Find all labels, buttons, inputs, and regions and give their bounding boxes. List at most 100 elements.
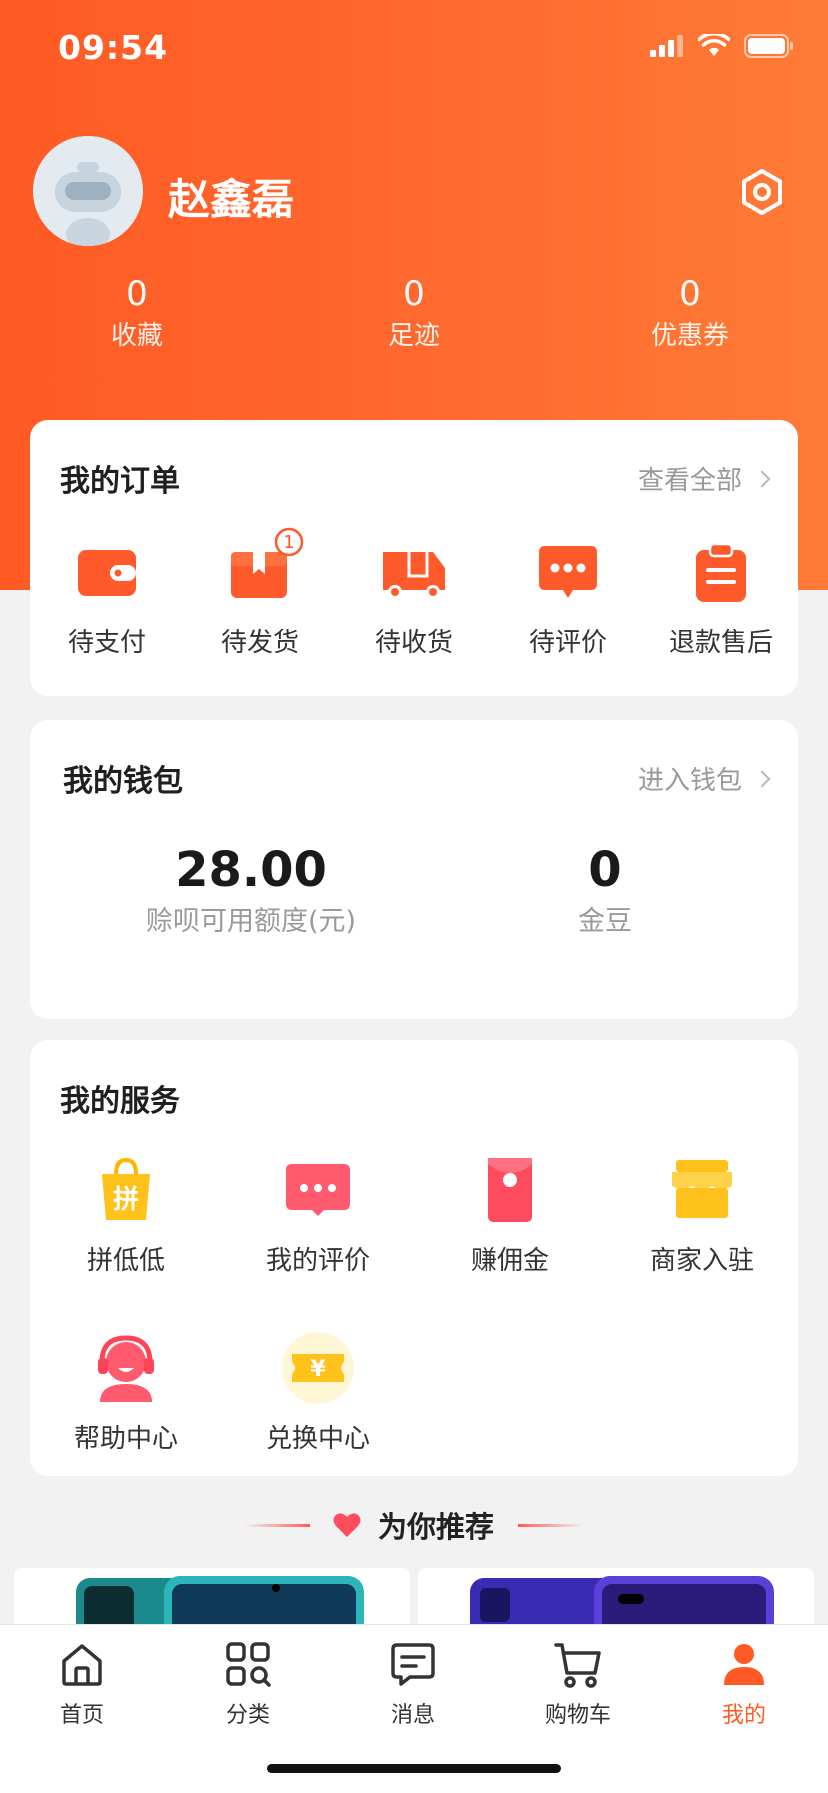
wallet-title: 我的钱包 [63, 764, 183, 799]
enter-wallet-label: 进入钱包 [637, 766, 742, 796]
stat-coupons[interactable]: 0 优惠券 [590, 272, 790, 356]
order-refund-aftersale[interactable]: 退款售后 [644, 538, 798, 659]
red-envelope-icon [488, 1158, 532, 1222]
wifi-icon [698, 34, 730, 56]
stat-favorites[interactable]: 0 收藏 [37, 272, 237, 356]
badge-count: 1 [283, 532, 294, 553]
profile-section: 赵鑫磊 [0, 136, 828, 246]
service-label: 商家入驻 [649, 1246, 754, 1276]
order-label: 待发货 [220, 628, 299, 658]
view-all-label: 查看全部 [637, 466, 742, 496]
stats-row: 0 收藏 0 足迹 0 优惠券 [0, 272, 828, 362]
stat-value: 0 [126, 274, 148, 314]
order-pending-review[interactable]: 待评价 [491, 538, 645, 659]
truck-icon [383, 552, 445, 599]
service-help-center[interactable]: 帮助中心 [30, 1330, 222, 1455]
stat-label: 优惠券 [650, 321, 729, 351]
orders-title: 我的订单 [60, 464, 180, 499]
service-earn-commission[interactable]: 赚佣金 [414, 1152, 606, 1277]
status-bar: 09:54 [0, 0, 828, 100]
home-icon [62, 1644, 102, 1686]
user-icon [724, 1644, 764, 1685]
service-group-buy[interactable]: 拼 拼低低 [30, 1152, 222, 1277]
cellular-signal-icon [650, 35, 683, 57]
stat-label: 足迹 [387, 321, 440, 351]
notification-badge: 1 [274, 527, 304, 557]
heart-icon [333, 1513, 361, 1537]
credit-label: 赊呗可用额度(元) [145, 906, 357, 937]
phone-product-image [470, 1576, 774, 1628]
order-label: 待评价 [528, 628, 607, 658]
stat-label: 收藏 [110, 321, 163, 351]
comment-icon [539, 546, 597, 598]
service-redeem-center[interactable]: ¥ 兑换中心 [222, 1330, 414, 1455]
ticket-icon: ¥ [282, 1332, 354, 1404]
services-card: 我的服务 拼 拼低低 我的评价 赚佣金 商家入驻 帮助中心 ¥ 兑换中心 [30, 1040, 798, 1476]
order-label: 退款售后 [668, 628, 773, 658]
orders-card: 我的订单 查看全部 待支付 1 待发货 待收货 待评价 退款售后 [30, 420, 798, 696]
tab-label: 消息 [390, 1703, 435, 1728]
robot-avatar-icon [33, 136, 143, 246]
credit-limit[interactable]: 28.00 赊呗可用额度(元) [71, 838, 431, 942]
product-card[interactable] [418, 1568, 814, 1628]
tab-mine[interactable]: 我的 [684, 1639, 804, 1729]
phone-product-image [76, 1576, 364, 1628]
enter-wallet-link[interactable]: 进入钱包 [637, 760, 771, 797]
clipboard-icon [696, 542, 746, 602]
ticket-glyph: ¥ [310, 1357, 326, 1382]
comment-icon [286, 1164, 350, 1216]
chevron-right-icon [753, 470, 771, 487]
bag-glyph: 拼 [113, 1185, 139, 1215]
service-merchant-join[interactable]: 商家入驻 [606, 1152, 798, 1277]
store-icon [672, 1160, 732, 1218]
tab-label: 我的 [721, 1703, 766, 1728]
order-pending-shipment[interactable]: 1 待发货 [183, 527, 337, 659]
wallet-icon [78, 550, 136, 596]
home-indicator [267, 1764, 561, 1773]
beans-value: 0 [588, 842, 622, 898]
service-label: 赚佣金 [470, 1246, 549, 1276]
tab-category[interactable]: 分类 [188, 1639, 308, 1729]
wallet-card: 我的钱包 进入钱包 28.00 赊呗可用额度(元) 0 金豆 [30, 720, 798, 1019]
status-icons [650, 34, 794, 58]
chevron-right-icon [753, 770, 771, 787]
stat-value: 0 [679, 274, 701, 314]
status-time: 09:54 [58, 28, 169, 67]
battery-icon [744, 34, 793, 58]
order-pending-payment[interactable]: 待支付 [30, 538, 184, 659]
tab-label: 购物车 [544, 1703, 611, 1728]
tab-label: 分类 [225, 1703, 270, 1728]
beans-label: 金豆 [578, 906, 632, 937]
tab-label: 首页 [59, 1703, 104, 1728]
service-label: 我的评价 [265, 1246, 370, 1276]
service-my-reviews[interactable]: 我的评价 [222, 1152, 414, 1277]
order-pending-receipt[interactable]: 待收货 [337, 538, 491, 659]
service-label: 兑换中心 [265, 1424, 370, 1454]
order-label: 待支付 [67, 628, 146, 658]
settings-icon[interactable] [738, 168, 786, 216]
service-label: 拼低低 [86, 1246, 165, 1276]
username[interactable]: 赵鑫磊 [168, 166, 294, 227]
tab-cart[interactable]: 购物车 [518, 1639, 638, 1729]
shopping-bag-icon: 拼 [102, 1157, 150, 1220]
recommend-header: 为你推荐 [0, 1502, 828, 1552]
tab-home[interactable]: 首页 [22, 1639, 142, 1729]
product-card[interactable] [14, 1568, 410, 1628]
avatar[interactable] [33, 136, 143, 246]
divider-left [244, 1524, 310, 1527]
stat-footprints[interactable]: 0 足迹 [314, 272, 514, 356]
credit-value: 28.00 [175, 842, 327, 898]
services-title: 我的服务 [60, 1084, 180, 1119]
view-all-orders-link[interactable]: 查看全部 [637, 460, 771, 497]
gold-beans[interactable]: 0 金豆 [425, 838, 785, 942]
tab-messages[interactable]: 消息 [353, 1639, 473, 1729]
message-icon [391, 1643, 435, 1686]
cart-icon [554, 1643, 601, 1688]
order-label: 待收货 [374, 628, 453, 658]
stat-value: 0 [403, 274, 425, 314]
category-icon [226, 1642, 271, 1687]
service-label: 帮助中心 [73, 1424, 178, 1454]
divider-right [518, 1524, 584, 1527]
headset-icon [98, 1335, 154, 1402]
recommend-title: 为你推荐 [378, 1510, 495, 1544]
